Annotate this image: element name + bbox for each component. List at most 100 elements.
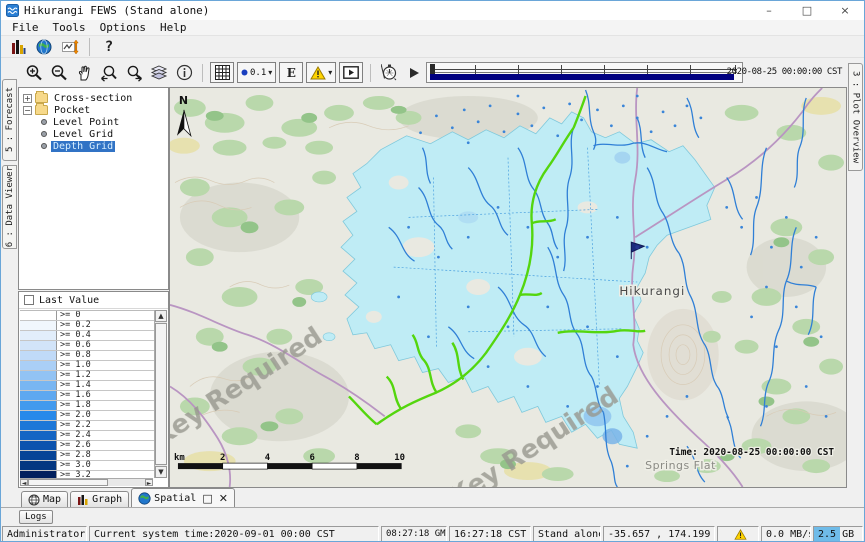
database-viewer-button[interactable]: [7, 36, 29, 58]
legend-row[interactable]: >= 0.4: [20, 331, 167, 341]
legend-row[interactable]: >= 2.6: [20, 441, 167, 451]
legend-color-swatch: [20, 421, 57, 430]
globe-icon: [138, 492, 151, 505]
timeseries-dialog-button[interactable]: [59, 36, 81, 58]
collapse-icon[interactable]: −: [23, 106, 32, 115]
legend-row[interactable]: >= 0.6: [20, 341, 167, 351]
minimize-button[interactable]: –: [750, 1, 788, 20]
legend-row[interactable]: >= 1.6: [20, 391, 167, 401]
show-grid-button[interactable]: [210, 62, 234, 83]
animation-button[interactable]: [339, 62, 363, 83]
legend-row[interactable]: >= 2.8: [20, 451, 167, 461]
tree-item-level-grid[interactable]: Level Grid: [19, 128, 168, 140]
legend-value-label: >= 0.6: [57, 341, 167, 350]
tab-forecast[interactable]: 5 : Forecast: [2, 79, 17, 161]
zoom-in-button[interactable]: [23, 62, 45, 84]
scroll-down-icon[interactable]: ▼: [155, 466, 167, 478]
legend-value-label: >= 2.6: [57, 441, 167, 450]
time-slider[interactable]: [426, 62, 743, 83]
tree-item-level-point[interactable]: Level Point: [19, 116, 168, 128]
legend-row[interactable]: >= 1.2: [20, 371, 167, 381]
menu-file[interactable]: File: [5, 21, 46, 34]
legend-horizontal-scrollbar[interactable]: ◄ ►: [20, 478, 153, 486]
legend-row[interactable]: >= 0.8: [20, 351, 167, 361]
zoom-out-button[interactable]: [48, 62, 70, 84]
tab-spatial[interactable]: Spatial □ ✕: [131, 488, 235, 507]
folder-icon: [35, 105, 48, 115]
labels-button[interactable]: E: [279, 62, 303, 83]
pan-button[interactable]: [73, 62, 95, 84]
legend-row[interactable]: >= 2.0: [20, 411, 167, 421]
classification-dropdown[interactable]: 0.1 ▾: [237, 62, 276, 83]
scroll-left-icon[interactable]: ◄: [20, 479, 28, 486]
status-user: Administrator: [2, 526, 87, 542]
legend-row[interactable]: >= 2.2: [20, 421, 167, 431]
legend-row[interactable]: >= 3.0: [20, 461, 167, 471]
tab-close-icon[interactable]: ✕: [219, 492, 228, 505]
map-viewport[interactable]: API Key Required API Key Required Hikura…: [169, 87, 847, 488]
legend-row[interactable]: >= 0: [20, 311, 167, 321]
legend-value-label: >= 1.4: [57, 381, 167, 390]
node-bullet-icon: [41, 119, 47, 125]
tab-plot-overview[interactable]: 3 : Plot Overview: [848, 63, 863, 171]
svg-text:2: 2: [220, 453, 225, 463]
last-value-label: Last Value: [39, 295, 99, 306]
status-bar: Administrator Current system time:2020-0…: [1, 525, 864, 542]
legend-color-swatch: [20, 391, 57, 400]
current-time-label: 2020-08-25 00:00:00 CST: [727, 67, 842, 77]
logs-button[interactable]: Logs: [19, 510, 53, 524]
menu-help[interactable]: Help: [153, 21, 194, 34]
tab-data-viewer[interactable]: 6 : Data Viewer: [2, 165, 17, 249]
time-span-bar: [430, 74, 734, 80]
menu-tools[interactable]: Tools: [46, 21, 93, 34]
status-alerts[interactable]: [717, 526, 759, 542]
time-settings-button[interactable]: [378, 62, 400, 84]
legend-row[interactable]: >= 1.4: [20, 381, 167, 391]
last-value-checkbox[interactable]: [24, 295, 34, 305]
main-toolbar: ?: [1, 36, 864, 58]
help-button[interactable]: ?: [98, 36, 120, 58]
status-coordinates: -35.657 , 174.199: [603, 526, 715, 542]
legend-value-label: >= 0: [57, 311, 167, 320]
warning-triangle-icon: [734, 529, 747, 540]
legend-row[interactable]: >= 2.4: [20, 431, 167, 441]
svg-text:10: 10: [394, 453, 405, 463]
scroll-thumb[interactable]: [155, 323, 167, 465]
close-button[interactable]: ×: [826, 1, 864, 20]
map-display-button[interactable]: [33, 36, 55, 58]
svg-text:N: N: [179, 94, 188, 107]
slider-track: [432, 69, 737, 70]
map-canvas[interactable]: API Key Required API Key Required Hikura…: [170, 88, 846, 487]
tree-item-pocket[interactable]: − Pocket: [19, 104, 168, 116]
legend-row[interactable]: >= 1.8: [20, 401, 167, 411]
zoom-previous-button[interactable]: [98, 62, 120, 84]
zoom-next-button[interactable]: [123, 62, 145, 84]
grid-icon: [215, 65, 230, 80]
scroll-up-icon[interactable]: ▲: [155, 310, 167, 322]
menu-options[interactable]: Options: [93, 21, 153, 34]
play-button[interactable]: [403, 62, 425, 84]
hand-icon: [75, 64, 93, 82]
legend-vertical-scrollbar[interactable]: ▲ ▼: [154, 310, 167, 478]
legend-color-swatch: [20, 441, 57, 450]
globe-icon: [36, 39, 52, 55]
tab-graph[interactable]: Graph: [70, 491, 129, 507]
legend-color-swatch: [20, 461, 57, 470]
legend-row[interactable]: >= 1.0: [20, 361, 167, 371]
legend-value-label: >= 3.2: [57, 471, 167, 478]
layers-button[interactable]: [148, 62, 170, 84]
legend-row[interactable]: >= 0.2: [20, 321, 167, 331]
tree-item-depth-grid[interactable]: Depth Grid: [19, 140, 168, 152]
expand-icon[interactable]: +: [23, 94, 32, 103]
info-button[interactable]: [173, 62, 195, 84]
wireframe-globe-icon: [28, 494, 40, 506]
legend-row[interactable]: >= 3.2: [20, 471, 167, 478]
maximize-button[interactable]: □: [788, 1, 826, 20]
tab-map[interactable]: Map: [21, 491, 68, 507]
tab-maximize-icon[interactable]: □: [202, 492, 212, 505]
thresholds-dropdown[interactable]: ▾: [306, 62, 336, 83]
scroll-right-icon[interactable]: ►: [145, 479, 153, 486]
scroll-thumb[interactable]: [28, 479, 108, 486]
legend-color-swatch: [20, 321, 57, 330]
chart-arrow-icon: [62, 39, 79, 55]
